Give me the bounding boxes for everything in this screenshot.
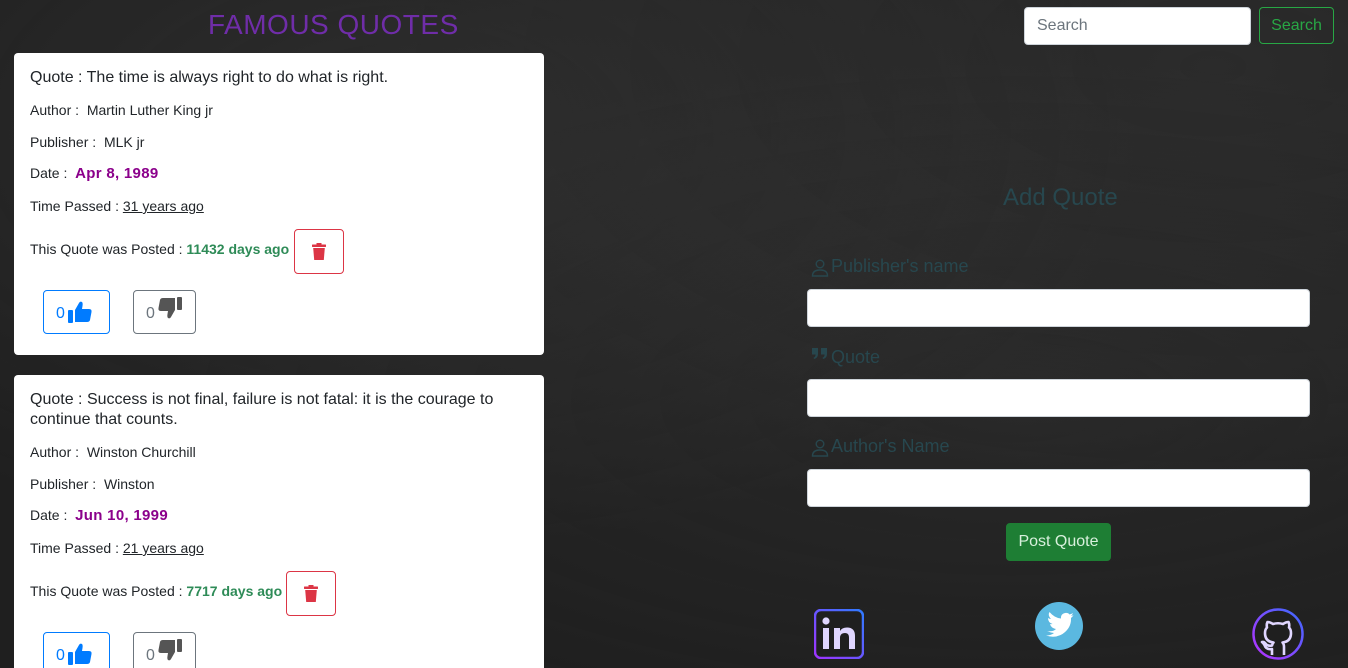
author-value: Martin Luther King jr xyxy=(86,102,213,118)
publisher-name-label-text: Publisher's name xyxy=(831,256,969,276)
posted-row: This Quote was Posted : 11432 days ago xyxy=(30,241,289,257)
publisher-name-label: Publisher's name xyxy=(811,256,969,277)
quote-value: The time is always right to do what is r… xyxy=(86,69,389,86)
person-icon xyxy=(811,259,829,277)
delete-button[interactable] xyxy=(286,571,336,616)
author-label: Author : xyxy=(30,444,80,460)
author-value: Winston Churchill xyxy=(86,444,196,460)
posted-row: This Quote was Posted : 7717 days ago xyxy=(30,583,282,599)
twitter-icon xyxy=(1035,602,1083,650)
date-row: Date : Jun 10, 1999 xyxy=(30,507,168,524)
delete-button[interactable] xyxy=(294,229,344,274)
publisher-row: Publisher : Winston xyxy=(30,476,155,492)
thumbs-up-icon xyxy=(67,643,92,665)
date-label: Date : xyxy=(30,507,68,523)
person-icon xyxy=(811,439,829,457)
quote-label: Quote : xyxy=(30,391,83,408)
like-button[interactable]: 0 xyxy=(43,290,110,334)
add-quote-title: Add Quote xyxy=(1003,184,1118,211)
quote-text: Quote : The time is always right to do w… xyxy=(30,68,528,88)
time-passed-row: Time Passed : 31 years ago xyxy=(30,198,204,214)
linkedin-icon xyxy=(813,608,865,660)
publisher-label: Publisher : xyxy=(30,134,97,150)
date-row: Date : Apr 8, 1989 xyxy=(30,165,159,182)
date-value: Apr 8, 1989 xyxy=(75,165,159,182)
github-link[interactable] xyxy=(1252,608,1304,665)
dislike-count: 0 xyxy=(146,647,155,664)
publisher-value: Winston xyxy=(103,476,155,492)
author-name-label: Author's Name xyxy=(811,436,950,457)
search-input[interactable] xyxy=(1024,7,1251,45)
publisher-value: MLK jr xyxy=(103,134,145,150)
post-quote-button[interactable]: Post Quote xyxy=(1006,523,1111,561)
thumbs-down-icon xyxy=(158,639,182,661)
linkedin-link[interactable] xyxy=(813,608,865,664)
time-passed-value: 21 years ago xyxy=(122,540,204,556)
date-value: Jun 10, 1999 xyxy=(75,507,168,524)
twitter-link[interactable] xyxy=(1034,601,1084,656)
search-button[interactable]: Search xyxy=(1259,7,1334,44)
dislike-count: 0 xyxy=(146,305,155,322)
quote-value: Success is not final, failure is not fat… xyxy=(30,391,494,428)
thumbs-up-icon xyxy=(67,301,92,323)
trash-icon xyxy=(312,243,326,260)
author-label: Author : xyxy=(30,102,80,118)
author-row: Author : Winston Churchill xyxy=(30,444,196,460)
like-count: 0 xyxy=(56,647,65,664)
time-passed-label: Time Passed : xyxy=(30,540,119,556)
quote-input[interactable] xyxy=(807,379,1310,417)
site-title: FAMOUS QUOTES xyxy=(208,9,459,40)
like-count: 0 xyxy=(56,305,65,322)
github-icon xyxy=(1252,608,1304,660)
posted-label: This Quote was Posted : xyxy=(30,583,183,599)
author-name-label-text: Author's Name xyxy=(831,436,950,456)
posted-value: 7717 days ago xyxy=(186,583,283,599)
time-passed-label: Time Passed : xyxy=(30,198,119,214)
trash-icon xyxy=(304,585,318,602)
publisher-name-input[interactable] xyxy=(807,289,1310,327)
quote-label: Quote : xyxy=(30,69,83,86)
quote-field-label-text: Quote xyxy=(831,347,881,367)
date-label: Date : xyxy=(30,165,68,181)
time-passed-row: Time Passed : 21 years ago xyxy=(30,540,204,556)
quote-card: Quote : The time is always right to do w… xyxy=(14,53,544,355)
quote-field-label: Quote xyxy=(811,346,880,368)
dislike-button[interactable]: 0 xyxy=(133,290,196,334)
like-button[interactable]: 0 xyxy=(43,632,110,668)
posted-label: This Quote was Posted : xyxy=(30,241,183,257)
dislike-button[interactable]: 0 xyxy=(133,632,196,668)
quote-text: Quote : Success is not final, failure is… xyxy=(30,390,520,430)
publisher-label: Publisher : xyxy=(30,476,97,492)
publisher-row: Publisher : MLK jr xyxy=(30,134,144,150)
quote-icon xyxy=(812,348,827,359)
author-row: Author : Martin Luther King jr xyxy=(30,102,213,118)
posted-value: 11432 days ago xyxy=(186,241,290,257)
thumbs-down-icon xyxy=(158,297,182,319)
quote-card: Quote : Success is not final, failure is… xyxy=(14,375,544,668)
author-name-input[interactable] xyxy=(807,469,1310,507)
time-passed-value: 31 years ago xyxy=(122,198,204,214)
